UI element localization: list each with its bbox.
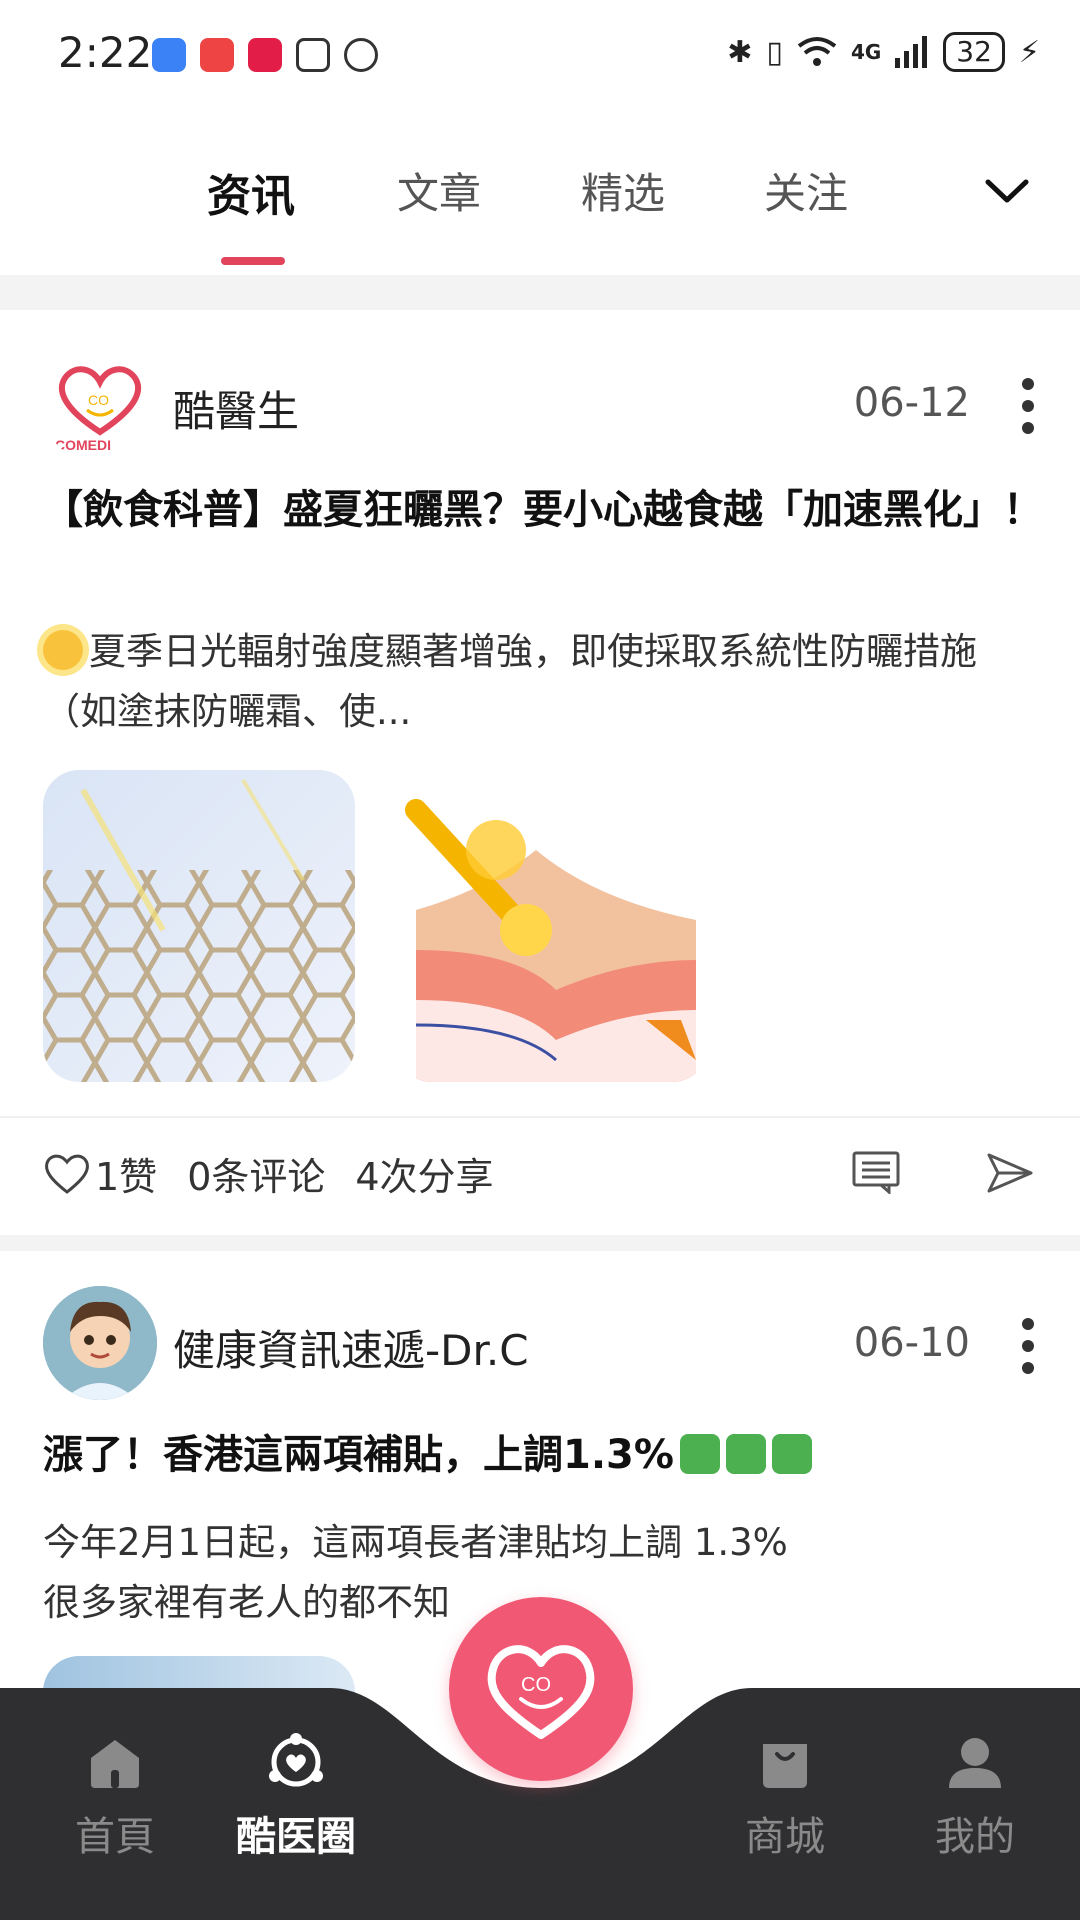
nav-label-home: 首頁 [75,1814,155,1860]
send-icon[interactable] [986,1152,1034,1194]
more-options-icon[interactable] [1022,1318,1042,1384]
svg-text:CO: CO [521,1674,551,1696]
usb-icon [152,38,186,72]
post-title[interactable]: 漲了！香港這兩項補貼，上調1.3% [43,1427,1043,1483]
comment-count[interactable]: 0条评论 [187,1146,325,1201]
comment-icon[interactable] [851,1150,901,1194]
top-tab-bar: 资讯 文章 精选 关注 [0,110,1080,275]
bluetooth-icon: ✱ [727,34,753,70]
chart-increasing-icon [771,1434,812,1474]
comedi-logo-icon: CO COMEDI [55,366,142,453]
more-options-icon[interactable] [1022,378,1042,444]
post-title[interactable]: 【飲食科普】盛夏狂曬黑？要小心越食越「加速黑化」！ [43,482,1043,538]
home-icon [91,1740,139,1788]
book-app-icon [248,38,282,72]
post-date: 06-10 [853,1320,970,1366]
heart-logo-icon: CO [487,1645,595,1739]
network-type: 4G [850,40,882,64]
status-bar: 2:22 ✱ ▯ 4G 32 ⚡ [0,0,1080,110]
nav-shop[interactable]: 商城 [710,1688,860,1920]
battery-indicator: 32 [943,32,1005,72]
like-count: 1赞 [95,1155,158,1199]
tab-news[interactable]: 资讯 [207,160,295,224]
post-card[interactable]: CO COMEDI 酷醫生 06-12 【飲食科普】盛夏狂曬黑？要小心越食越「加… [0,310,1080,1235]
cartoon-doctor-avatar [43,1286,157,1400]
actions-separator [0,1116,1080,1118]
nav-label-profile: 我的 [935,1814,1015,1860]
section-divider [0,275,1080,310]
post-thumbnail[interactable] [396,770,708,1082]
post-title-text: 漲了！香港這兩項補貼，上調1.3% [43,1432,674,1478]
tab-following[interactable]: 关注 [764,160,848,221]
post-date: 06-12 [853,380,970,426]
status-app-icons [152,38,378,72]
status-indicators: ✱ ▯ 4G 32 ⚡ [727,32,1040,72]
chevron-down-icon[interactable] [982,166,1032,216]
section-divider [0,1235,1080,1251]
svg-text:CO: CO [88,392,109,408]
user-icon [949,1738,1001,1788]
author-name[interactable]: 酷醫生 [173,378,299,439]
huawei-app-icon [200,38,234,72]
status-time: 2:22 [58,28,153,77]
tab-featured[interactable]: 精选 [581,160,665,221]
wifi-icon [797,37,837,66]
circle-heart-icon [269,1733,323,1787]
nav-profile[interactable]: 我的 [900,1688,1050,1920]
nav-circle[interactable]: 酷医圈 [221,1688,371,1920]
sun-icon [43,630,83,670]
post-thumbnail[interactable] [43,770,355,1082]
heart-icon [45,1154,89,1194]
nfc-icon [296,38,330,72]
nav-home[interactable]: 首頁 [40,1688,190,1920]
center-fab-button[interactable]: CO [449,1597,633,1781]
post-excerpt-text: 夏季日光輻射強度顯著增強，即使採取系統性防曬措施（如塗抹防曬霜、使... [43,630,977,733]
tab-articles[interactable]: 文章 [397,160,481,221]
post-actions: 1赞 0条评论 4次分享 [43,1146,524,1201]
vibrate-icon: ▯ [766,34,783,70]
nav-label-shop: 商城 [745,1814,825,1860]
post-excerpt-line: 今年2月1日起，這兩項長者津貼均上調 1.3% [43,1521,788,1564]
post-excerpt[interactable]: 夏季日光輻射強度顯著增強，即使採取系統性防曬措施（如塗抹防曬霜、使... [43,622,1043,742]
chart-increasing-icon [679,1434,720,1474]
chart-increasing-icon [725,1434,766,1474]
signal-icon [895,36,928,68]
author-avatar[interactable]: CO COMEDI [43,350,157,464]
active-tab-indicator [221,257,285,265]
charging-icon: ⚡ [1018,34,1040,70]
author-avatar[interactable] [43,1286,157,1400]
logo-wordmark: COMEDI [55,437,111,453]
shopping-bag-icon [763,1744,807,1788]
author-name[interactable]: 健康資訊速遞-Dr.C [173,1317,529,1378]
nav-label-circle: 酷医圈 [236,1814,356,1860]
share-count[interactable]: 4次分享 [355,1146,493,1201]
alarm-icon [344,38,378,72]
like-button[interactable]: 1赞 [43,1146,157,1201]
